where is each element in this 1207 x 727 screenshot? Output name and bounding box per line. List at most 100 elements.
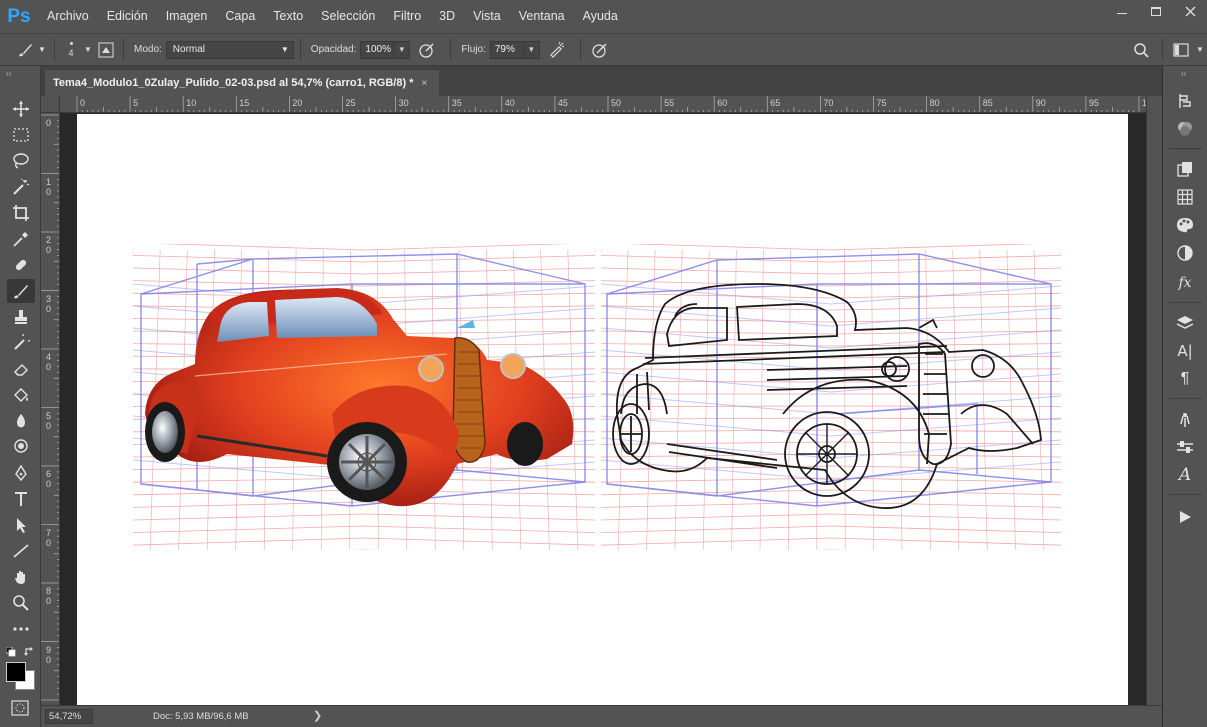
divider	[450, 38, 452, 61]
zoom-level-input[interactable]: 54,72%	[45, 709, 93, 724]
line-tool-icon[interactable]	[7, 539, 35, 563]
opacity-dropdown[interactable]: ▼	[394, 40, 411, 59]
close-tab-icon[interactable]: ×	[421, 78, 427, 89]
perspective-grid-right	[601, 244, 1061, 550]
blur-tool-icon[interactable]	[7, 409, 35, 433]
ruler-tick-label: 5 0	[46, 410, 52, 431]
ruler-tick-label: 9 0	[46, 644, 52, 665]
ruler-tick-label: 70	[823, 98, 834, 108]
paint-bucket-tool-icon[interactable]	[7, 383, 35, 407]
document-tabs: Tema4_Modulo1_0Zulay_Pulido_02-03.psd al…	[41, 66, 1162, 96]
glyphs-icon[interactable]: A	[1173, 464, 1197, 486]
styles-fx-icon[interactable]: fx	[1173, 272, 1197, 294]
menu-item-selecci-n[interactable]: Selección	[312, 0, 384, 33]
chevron-down-icon[interactable]: ▼	[1193, 45, 1207, 54]
eraser-tool-icon[interactable]	[7, 357, 35, 381]
document-tab-title: Tema4_Modulo1_0Zulay_Pulido_02-03.psd al…	[53, 77, 414, 89]
close-window-button[interactable]	[1173, 0, 1207, 22]
swatches-icon[interactable]	[1173, 118, 1197, 140]
document-info: Doc: 5,93 MB/96,6 MB	[153, 711, 249, 722]
document-tab[interactable]: Tema4_Modulo1_0Zulay_Pulido_02-03.psd al…	[45, 70, 439, 96]
ruler-tick-label: 0	[80, 98, 86, 108]
opacity-input[interactable]: 100%	[360, 40, 395, 59]
brush-size-preview[interactable]: 4	[61, 37, 81, 63]
history-icon[interactable]	[1173, 90, 1197, 112]
chevron-down-icon: ▼	[280, 45, 289, 54]
workspace-icon[interactable]	[1169, 42, 1193, 57]
character-icon[interactable]: A|	[1173, 340, 1197, 362]
adjustments-icon[interactable]	[1173, 242, 1197, 264]
chevron-down-icon[interactable]: ▼	[36, 45, 48, 54]
menu-item-edici-n[interactable]: Edición	[98, 0, 157, 33]
more-tools-icon[interactable]	[7, 617, 35, 641]
menu-item-imagen[interactable]: Imagen	[157, 0, 217, 33]
foreground-color-swatch[interactable]	[6, 662, 26, 682]
zoom-tool-icon[interactable]	[7, 591, 35, 615]
minimize-button[interactable]	[1105, 0, 1139, 22]
magic-wand-tool-icon[interactable]	[7, 175, 35, 199]
ruler-tick-label: 40	[504, 98, 515, 108]
brush-panel-icon[interactable]	[95, 42, 117, 58]
actions-play-icon[interactable]	[1173, 506, 1197, 528]
menu-bar: Ps Archivo Edición Imagen Capa Texto Selecció…	[0, 0, 1207, 33]
crop-tool-icon[interactable]	[7, 201, 35, 225]
history-brush-tool-icon[interactable]	[7, 331, 35, 355]
menu-item-filtro[interactable]: Filtro	[384, 0, 430, 33]
pressure-opacity-icon[interactable]	[410, 41, 444, 59]
libraries-icon[interactable]	[1173, 158, 1197, 180]
type-tool-icon[interactable]	[7, 487, 35, 511]
vertical-ruler[interactable]: 0 1 0 2 0 3 0 4 0 5 0 6 0 7 0 8 0 9 0	[41, 113, 60, 705]
horizontal-ruler[interactable]: 0510152025303540455055606570758085909510…	[60, 96, 1146, 113]
layers-icon[interactable]	[1173, 312, 1197, 334]
menu-item-ventana[interactable]: Ventana	[510, 0, 574, 33]
ruler-tick-label: 50	[611, 98, 622, 108]
airbrush-icon[interactable]	[540, 41, 574, 59]
menu-item-vista[interactable]: Vista	[464, 0, 510, 33]
status-menu-arrow[interactable]: ❯	[313, 709, 322, 722]
ruler-corner[interactable]	[41, 96, 60, 113]
brush-tool-icon[interactable]	[7, 279, 35, 303]
swap-colors-icon[interactable]	[24, 644, 35, 662]
paragraph-icon[interactable]: ¶	[1173, 368, 1197, 390]
document-canvas[interactable]	[77, 114, 1128, 705]
maximize-button[interactable]	[1139, 0, 1173, 22]
brush-dot-icon	[69, 41, 73, 45]
lasso-tool-icon[interactable]	[7, 149, 35, 173]
vertical-scrollbar[interactable]	[1146, 96, 1162, 705]
menu-item-texto[interactable]: Texto	[264, 0, 312, 33]
pasteboard[interactable]	[60, 113, 1146, 705]
path-selection-tool-icon[interactable]	[7, 513, 35, 537]
menu-item-3d[interactable]: 3D	[430, 0, 464, 33]
flow-dropdown[interactable]: ▼	[523, 40, 540, 59]
search-icon[interactable]	[1126, 42, 1156, 58]
ruler-tick-label: 55	[664, 98, 675, 108]
chevron-down-icon[interactable]: ▼	[81, 45, 95, 54]
app-logo[interactable]: Ps	[0, 0, 38, 33]
grid-icon[interactable]	[1173, 186, 1197, 208]
quick-mask-icon[interactable]	[11, 700, 29, 721]
move-tool-icon[interactable]	[7, 97, 35, 121]
menu-items: Archivo Edición Imagen Capa Texto Selección Fi…	[38, 0, 627, 33]
dodge-tool-icon[interactable]	[7, 435, 35, 459]
hand-tool-icon[interactable]	[7, 565, 35, 589]
eyedropper-tool-icon[interactable]	[7, 227, 35, 251]
healing-brush-tool-icon[interactable]	[7, 253, 35, 277]
menu-item-archivo[interactable]: Archivo	[38, 0, 98, 33]
flow-input[interactable]: 79%	[489, 40, 524, 59]
mode-select[interactable]: Normal ▼	[165, 40, 294, 59]
pen-tool-icon[interactable]	[7, 461, 35, 485]
color-palette-icon[interactable]	[1173, 214, 1197, 236]
divider	[579, 38, 581, 61]
brush-preset-icon[interactable]	[14, 41, 36, 59]
menu-item-capa[interactable]: Capa	[216, 0, 264, 33]
default-colors-icon[interactable]	[5, 644, 16, 657]
menu-item-ayuda[interactable]: Ayuda	[574, 0, 627, 33]
brush-settings-icon[interactable]	[1173, 436, 1197, 458]
marquee-tool-icon[interactable]	[7, 123, 35, 147]
ruler-tick-label: 60	[717, 98, 728, 108]
pressure-size-icon[interactable]	[587, 41, 613, 59]
clone-stamp-tool-icon[interactable]	[7, 305, 35, 329]
expand-panels-icon[interactable]: ‹‹	[1181, 69, 1186, 78]
brushes-icon[interactable]	[1173, 408, 1197, 430]
collapse-icon[interactable]: ››	[6, 69, 11, 78]
